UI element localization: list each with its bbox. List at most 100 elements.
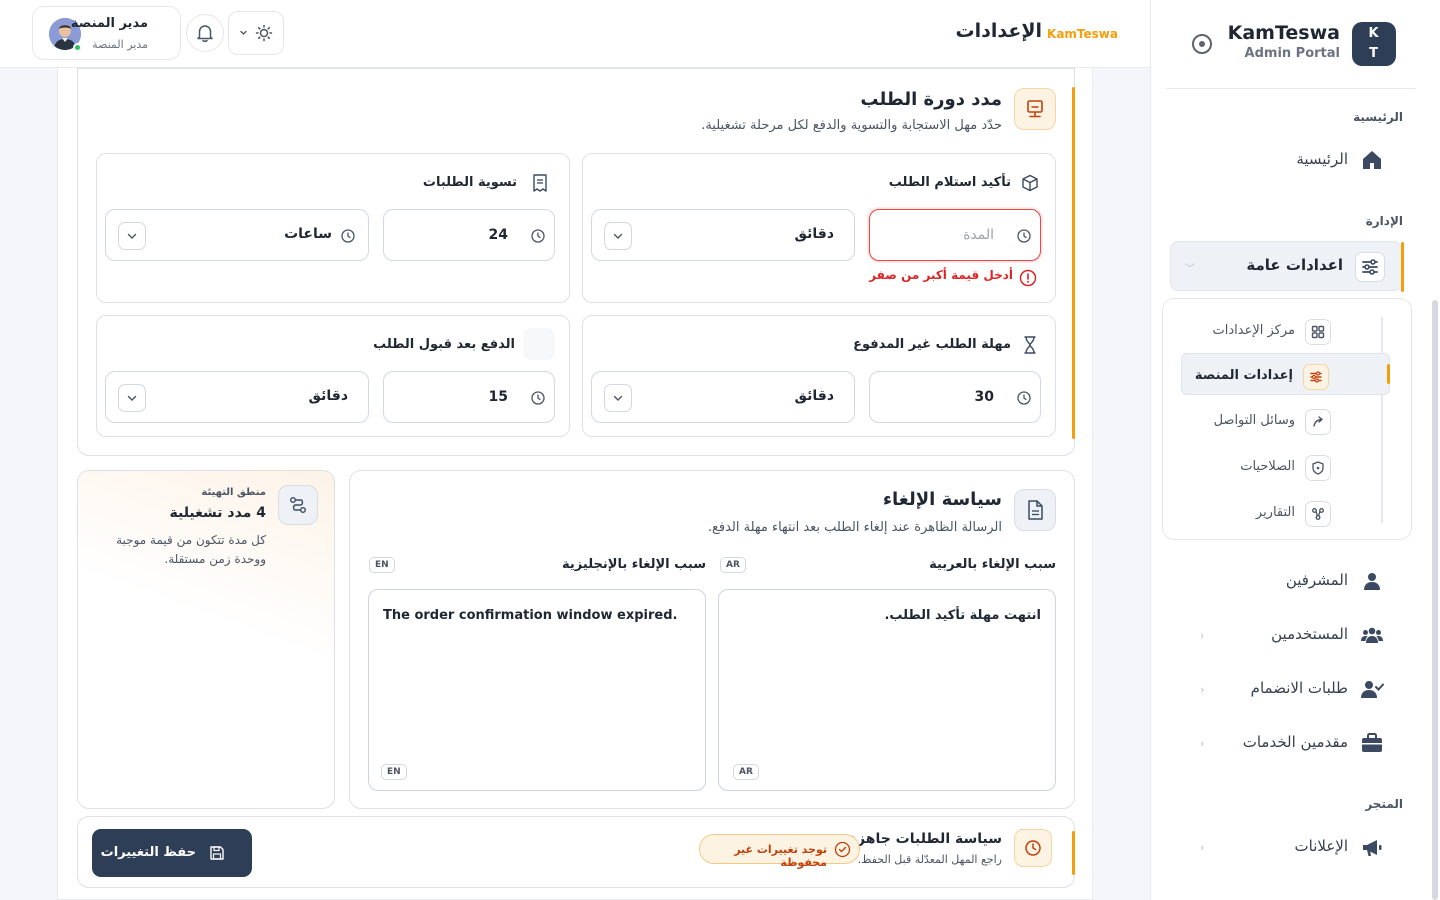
save-footer: سياسة الطلبات جاهزة راجع المهل المعدّلة … — [77, 816, 1075, 888]
clock-icon — [1017, 229, 1031, 243]
settlement-unit-select[interactable]: ساعات — [105, 209, 369, 261]
sliders-icon — [1355, 252, 1385, 282]
confirm-receipt-card: تأكيد استلام الطلب المدة دقائق أدخل قيمة… — [582, 153, 1056, 303]
grid-icon — [1305, 319, 1331, 345]
ar-chip: AR — [720, 557, 746, 573]
sliders-icon — [1303, 364, 1329, 390]
page-title: الإعدادات — [955, 20, 1042, 42]
settlement-duration-input[interactable]: 24 — [383, 209, 555, 261]
presentation-icon — [1014, 88, 1056, 130]
notifications-button[interactable] — [186, 14, 224, 52]
chevron-left-icon: ‹ — [1200, 629, 1205, 642]
section-label-main: الرئيسية — [1353, 110, 1403, 124]
user-profile[interactable]: مدير المنصة مدير المنصة — [32, 6, 181, 60]
share-icon — [1305, 409, 1331, 435]
settlement-title: تسوية الطلبات — [422, 175, 517, 190]
chevron-down-icon — [118, 222, 146, 250]
unit-value: ساعات — [284, 226, 332, 242]
clock-icon — [1017, 391, 1031, 405]
hourglass-icon — [1024, 336, 1036, 354]
unpaid-duration-input[interactable]: 30 — [869, 371, 1041, 423]
duration-value: 30 — [974, 389, 994, 405]
sidebar-item-providers[interactable]: مقدمين الخدمات ‹ — [1151, 721, 1440, 765]
payment-unit-select[interactable]: دقائق — [105, 371, 369, 423]
accent-bar — [1072, 831, 1075, 875]
submenu-item-permissions[interactable]: الصلاحيات — [1181, 445, 1391, 487]
brand-logo: KT — [1352, 22, 1396, 66]
submenu-item-settings-center[interactable]: مركز الإعدادات — [1181, 309, 1391, 351]
unpaid-unit-select[interactable]: دقائق — [591, 371, 855, 423]
en-reason-text: The order confirmation window expired. — [383, 608, 678, 623]
save-changes-button[interactable]: حفظ التغييرات — [92, 829, 252, 877]
route-icon — [278, 485, 318, 525]
submenu-item-social[interactable]: وسائل التواصل — [1181, 399, 1391, 441]
chevron-left-icon: ‹ — [1200, 683, 1205, 696]
confirm-unit-select[interactable]: دقائق — [591, 209, 855, 261]
theme-toggle-button[interactable] — [228, 11, 284, 55]
payment-duration-input[interactable]: 15 — [383, 371, 555, 423]
chevron-down-icon — [118, 384, 146, 412]
sidebar-scrollbar[interactable] — [1432, 300, 1438, 900]
en-reason-label: سبب الإلغاء بالإنجليزية — [562, 557, 706, 572]
order-cycle-subtitle: حدّد مهل الاستجابة والتسوية والدفع لكل م… — [701, 118, 1002, 133]
sidebar-group-general-settings[interactable]: اعدادات عامة ﹀ — [1170, 241, 1404, 292]
ar-reason-text: انتهت مهلة تأكيد الطلب. — [884, 608, 1041, 623]
footer-subtitle: راجع المهل المعدّلة قبل الحفظ. — [857, 853, 1002, 866]
en-chip: EN — [381, 764, 407, 780]
sidebar-toggle-icon[interactable] — [1192, 34, 1212, 54]
online-status-icon — [73, 43, 82, 52]
clock-icon — [1014, 829, 1052, 867]
unit-value: دقائق — [794, 226, 834, 242]
footer-title: سياسة الطلبات جاهزة — [848, 831, 1002, 847]
megaphone-icon — [1363, 840, 1382, 856]
sidebar-item-users[interactable]: المستخدمين ‹ — [1151, 613, 1440, 657]
ar-reason-textarea[interactable]: انتهت مهلة تأكيد الطلب. AR — [718, 589, 1056, 791]
user-name: مدير المنصة — [70, 16, 148, 31]
brand-name: KamTeswa — [1227, 22, 1340, 44]
ar-reason-label: سبب الإلغاء بالعربية — [929, 557, 1056, 572]
home-icon — [1363, 151, 1381, 169]
sun-icon — [240, 24, 273, 42]
unpaid-title: مهلة الطلب غير المدفوع — [853, 337, 1011, 352]
chevron-left-icon: ‹ — [1200, 841, 1205, 854]
clock-icon — [531, 229, 545, 243]
section-label-management: الإدارة — [1365, 214, 1403, 228]
active-indicator — [1401, 242, 1404, 292]
clock-icon — [531, 391, 545, 405]
submenu-item-platform-settings[interactable]: إعدادات المنصة — [1181, 353, 1390, 395]
order-cycle-title: مدد دورة الطلب — [860, 89, 1002, 110]
submenu-item-label: وسائل التواصل — [1213, 413, 1295, 428]
sidebar-item-home[interactable]: الرئيسية — [1151, 138, 1440, 182]
sidebar-item-label: الإعلانات — [1294, 837, 1349, 855]
brand-subtitle: Admin Portal — [1244, 46, 1340, 61]
confirm-duration-input[interactable]: المدة — [869, 209, 1041, 261]
submenu-item-reports[interactable]: التقارير — [1181, 491, 1391, 533]
briefcase-icon — [1362, 733, 1382, 752]
check-circle-icon — [834, 841, 851, 858]
unit-value: دقائق — [794, 388, 834, 404]
sidebar-header: KT KamTeswa Admin Portal — [1151, 0, 1440, 88]
wallet-icon — [523, 328, 555, 360]
config-logic-card: منطق التهيئة 4 مدد تشغيلية كل مدة تتكون … — [77, 470, 335, 809]
en-reason-textarea[interactable]: The order confirmation window expired. E… — [368, 589, 706, 791]
duration-placeholder: المدة — [963, 227, 994, 243]
submenu-item-label: مركز الإعدادات — [1212, 323, 1296, 338]
unpaid-order-card: مهلة الطلب غير المدفوع 30 دقائق — [582, 315, 1056, 437]
chart-icon — [1305, 501, 1331, 527]
sidebar-item-join-requests[interactable]: طلبات الانضمام ‹ — [1151, 667, 1440, 711]
payment-after-accept-card: الدفع بعد قبول الطلب 15 دقائق — [96, 315, 570, 437]
duration-value: 24 — [488, 227, 508, 243]
section-label-store: المتجر — [1365, 797, 1403, 811]
sidebar-item-supervisors[interactable]: المشرفين — [1151, 559, 1440, 603]
submenu-item-label: الصلاحيات — [1240, 459, 1295, 474]
shield-icon — [1305, 455, 1331, 481]
sidebar-item-label: المشرفين — [1285, 571, 1348, 589]
sidebar-item-label: طلبات الانضمام — [1250, 679, 1348, 697]
submenu-item-label: التقارير — [1255, 505, 1295, 520]
cancel-policy-card: سياسة الإلغاء الرسالة الظاهرة عند إلغاء … — [349, 470, 1075, 809]
box-icon — [1022, 174, 1038, 192]
error-icon — [1019, 269, 1037, 287]
sidebar-item-label: مقدمين الخدمات — [1242, 733, 1348, 751]
settlement-card: تسوية الطلبات 24 ساعات — [96, 153, 570, 303]
sidebar-item-ads[interactable]: الإعلانات ‹ — [1151, 825, 1440, 869]
